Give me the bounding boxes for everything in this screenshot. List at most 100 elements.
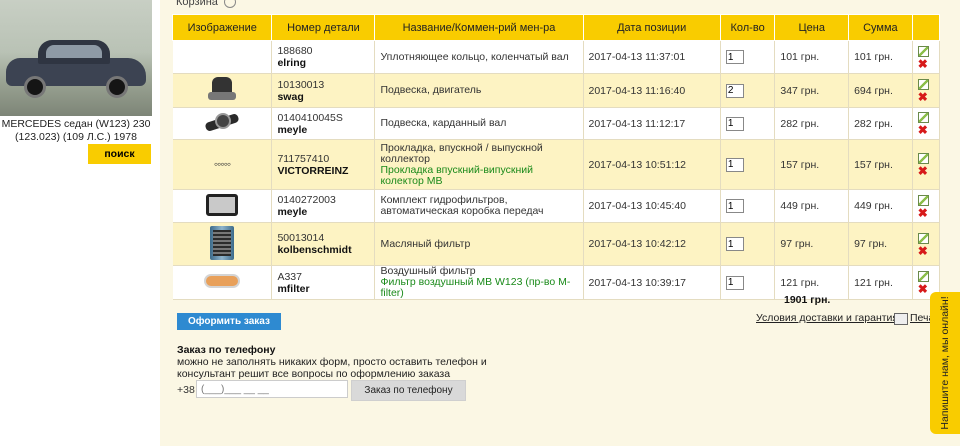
part-brand: meyle bbox=[277, 123, 308, 136]
quantity-input[interactable] bbox=[725, 157, 744, 172]
sum: 282 грн. bbox=[848, 107, 913, 140]
phone-order-button[interactable]: Заказ по телефону bbox=[351, 380, 466, 401]
part-number: 188680 bbox=[277, 45, 313, 57]
checkout-button[interactable]: Оформить заказ bbox=[177, 313, 281, 330]
sum: 97 грн. bbox=[848, 222, 913, 266]
part-brand: meyle bbox=[277, 206, 308, 218]
price: 449 грн. bbox=[774, 189, 850, 223]
part-brand: elring bbox=[277, 57, 307, 69]
phone-order-title: Заказ по телефону bbox=[177, 344, 276, 356]
column-header-sum: Сумма bbox=[848, 14, 913, 41]
part-number: 0140410045S bbox=[277, 111, 343, 124]
position-date: 2017-04-13 10:45:40 bbox=[583, 189, 721, 223]
table-row: 0140272003 meyle Комплект гидрофильтров, … bbox=[172, 189, 941, 223]
column-header-price: Цена bbox=[774, 14, 850, 41]
car-caption: MERCEDES седан (W123) 230 (123.023) (109… bbox=[1, 118, 151, 143]
part-number: 50013014 bbox=[277, 232, 325, 244]
phone-prefix: +38 bbox=[177, 384, 195, 396]
delivery-terms-link[interactable]: Условия доставки и гарантия bbox=[756, 312, 898, 324]
shaft-bearing-image bbox=[204, 110, 240, 134]
part-name: Прокладка, впускной / выпускной коллекто… bbox=[380, 141, 543, 165]
phone-order-description: можно не заполнять никаких форм, просто … bbox=[177, 356, 487, 380]
delete-icon[interactable]: ✖ bbox=[918, 124, 934, 136]
delete-icon[interactable]: ✖ bbox=[918, 207, 934, 219]
edit-icon[interactable] bbox=[917, 153, 929, 164]
quantity-input[interactable] bbox=[725, 199, 744, 213]
engine-mount-image bbox=[207, 77, 236, 101]
edit-icon[interactable] bbox=[917, 112, 929, 123]
sum: 449 грн. bbox=[848, 189, 913, 223]
search-button[interactable]: поиск bbox=[88, 144, 151, 164]
column-header-actions bbox=[911, 14, 941, 41]
oil-filter-image bbox=[209, 225, 234, 260]
sidebar: MERCEDES седан (W123) 230 (123.023) (109… bbox=[0, 0, 160, 446]
quantity-input[interactable] bbox=[725, 275, 744, 290]
part-number: 0140272003 bbox=[277, 194, 336, 206]
part-name: Подвеска, двигатель bbox=[380, 84, 482, 96]
air-filter-image bbox=[203, 274, 240, 288]
manager-comment: Прокладка впускний-випускний колектор MB bbox=[380, 163, 533, 187]
delete-icon[interactable]: ✖ bbox=[918, 165, 934, 177]
edit-icon[interactable] bbox=[917, 45, 929, 57]
part-brand: swag bbox=[277, 90, 304, 103]
manager-comment: Фильтр воздушный MB W123 (пр-во M-filter… bbox=[380, 276, 571, 299]
breadcrumb-label: Корзина bbox=[176, 0, 218, 8]
price: 101 грн. bbox=[774, 40, 850, 74]
phone-input[interactable] bbox=[196, 380, 348, 398]
position-date: 2017-04-13 11:37:01 bbox=[583, 40, 721, 74]
edit-icon[interactable] bbox=[917, 232, 929, 244]
position-date: 2017-04-13 10:42:12 bbox=[583, 222, 721, 266]
part-number: 711757410 bbox=[277, 152, 330, 165]
column-header-part-number: Номер детали bbox=[271, 14, 376, 41]
quantity-input[interactable] bbox=[725, 50, 744, 64]
cart-table: Изображение Номер детали Название/Коммен… bbox=[171, 14, 941, 300]
gasket-image: ◦◦◦◦◦ bbox=[213, 156, 231, 171]
position-date: 2017-04-13 10:39:17 bbox=[583, 265, 721, 300]
chat-widget[interactable]: Напишите нам, мы онлайн! bbox=[930, 292, 960, 434]
edit-icon[interactable] bbox=[917, 271, 929, 282]
sum: 101 грн. bbox=[848, 40, 913, 74]
part-brand: kolbenschmidt bbox=[277, 244, 352, 256]
table-row: 50013014 kolbenschmidt Масляный фильтр 20… bbox=[172, 222, 941, 266]
delete-icon[interactable]: ✖ bbox=[918, 58, 934, 70]
part-name: Масляный фильтр bbox=[380, 237, 471, 250]
cart-total: 1901 грн. bbox=[784, 294, 831, 306]
help-icon[interactable] bbox=[223, 0, 236, 9]
quantity-input[interactable] bbox=[725, 237, 744, 251]
car-photo bbox=[0, 0, 152, 116]
table-row: 188680 elring Уплотняющее кольцо, коленча… bbox=[172, 40, 941, 74]
price: 157 грн. bbox=[774, 139, 850, 190]
part-number: A337 bbox=[277, 270, 302, 283]
position-date: 2017-04-13 10:51:12 bbox=[583, 139, 721, 190]
chat-label: Напишите нам, мы онлайн! bbox=[939, 296, 951, 430]
edit-icon[interactable] bbox=[917, 79, 929, 90]
column-header-name: Название/Коммен-рий мен-ра bbox=[374, 14, 584, 41]
part-brand: mfilter bbox=[277, 282, 310, 295]
price: 282 грн. bbox=[774, 107, 850, 140]
delete-icon[interactable]: ✖ bbox=[918, 91, 934, 103]
breadcrumb: Корзина bbox=[176, 0, 236, 9]
price: 97 грн. bbox=[774, 222, 850, 266]
sum: 694 грн. bbox=[848, 73, 913, 108]
column-header-qty: Кол-во bbox=[719, 14, 776, 41]
quantity-input[interactable] bbox=[725, 83, 744, 98]
table-row: 0140410045S meyle Подвеска, карданный вал… bbox=[172, 107, 941, 140]
filter-kit-image bbox=[205, 193, 238, 216]
sum: 121 грн. bbox=[848, 265, 913, 300]
part-name: Уплотняющее кольцо, коленчатый вал bbox=[380, 50, 569, 63]
part-image-cell bbox=[172, 40, 273, 74]
quantity-input[interactable] bbox=[725, 116, 744, 131]
column-header-date: Дата позиции bbox=[582, 14, 721, 41]
delete-icon[interactable]: ✖ bbox=[918, 245, 934, 257]
printer-icon[interactable] bbox=[894, 313, 908, 325]
part-name: Подвеска, карданный вал bbox=[380, 117, 507, 129]
edit-icon[interactable] bbox=[917, 194, 929, 206]
part-brand: VICTORREINZ bbox=[277, 164, 349, 177]
table-row: ◦◦◦◦◦ 711757410 VICTORREINZ Прокладка, вп… bbox=[172, 139, 941, 190]
table-row: 10130013 swag Подвеска, двигатель 2017-04… bbox=[172, 73, 941, 108]
position-date: 2017-04-13 11:12:17 bbox=[583, 107, 721, 140]
position-date: 2017-04-13 11:16:40 bbox=[583, 73, 721, 108]
part-number: 10130013 bbox=[277, 78, 325, 91]
part-name: Комплект гидрофильтров, автоматическая к… bbox=[380, 194, 544, 217]
sum: 157 грн. bbox=[848, 139, 913, 190]
